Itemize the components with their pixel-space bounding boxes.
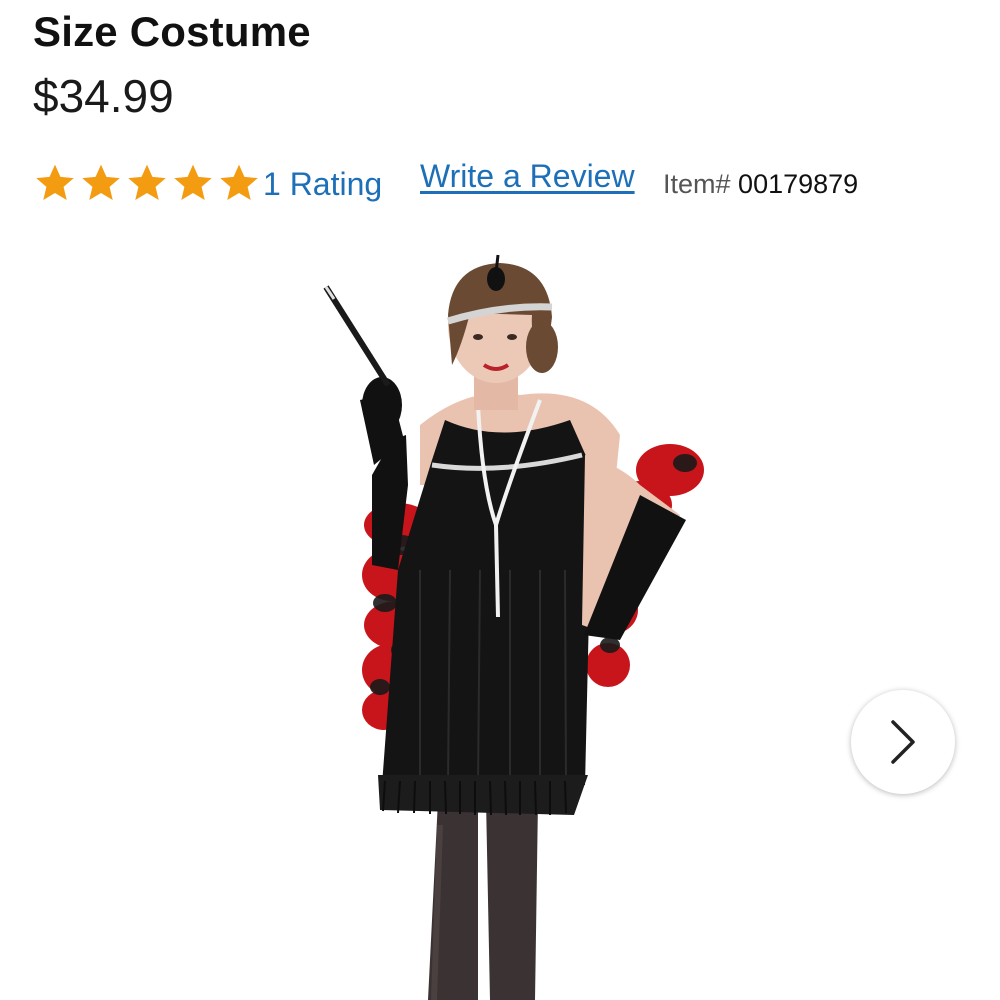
product-image[interactable] xyxy=(0,225,1000,1000)
next-image-button[interactable] xyxy=(851,690,955,794)
item-number-label: Item# xyxy=(663,169,731,199)
flapper-costume-illustration xyxy=(323,254,704,1000)
write-review-link[interactable]: Write a Review xyxy=(420,158,635,194)
star-icon xyxy=(82,164,120,200)
star-icon xyxy=(174,164,212,200)
star-rating[interactable] xyxy=(33,162,261,204)
rating-count-link[interactable]: 1 Rating xyxy=(263,164,382,204)
star-icon xyxy=(220,164,258,200)
product-price: $34.99 xyxy=(33,70,174,122)
chevron-right-icon xyxy=(891,720,915,764)
product-title: Size Costume xyxy=(33,8,311,55)
product-page: Size Costume $34.99 1 Rating Write a Rev… xyxy=(0,0,1000,1000)
rating-row: 1 Rating Write a Review Item# 00179879 xyxy=(33,158,973,206)
star-icon xyxy=(128,164,166,200)
item-number: Item# 00179879 xyxy=(663,164,858,204)
item-number-value: 00179879 xyxy=(738,169,859,199)
star-icon xyxy=(36,164,74,200)
